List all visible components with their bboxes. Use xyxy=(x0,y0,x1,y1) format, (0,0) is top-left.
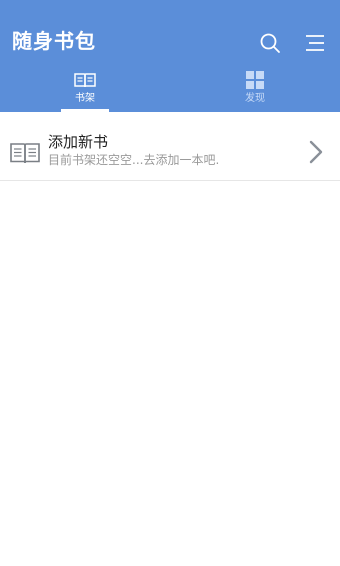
active-tab-indicator xyxy=(61,109,109,112)
app-title: 随身书包 xyxy=(12,29,96,53)
grid-icon xyxy=(243,70,267,90)
app-screen: 随身书包 书架 发现 添加新书 目前书架还空空...去添加一本吧. xyxy=(0,0,340,566)
tab-discover[interactable]: 发现 xyxy=(170,64,340,112)
add-book-title: 添加新书 xyxy=(48,133,109,151)
menu-button[interactable] xyxy=(302,30,328,56)
search-icon xyxy=(260,33,280,53)
top-bar: 随身书包 书架 发现 xyxy=(0,0,340,112)
book-open-icon xyxy=(73,70,97,90)
tab-bar: 书架 发现 xyxy=(0,64,340,112)
search-button[interactable] xyxy=(257,30,283,56)
tab-bookshelf[interactable]: 书架 xyxy=(0,64,170,112)
chevron-right-icon xyxy=(309,140,323,164)
tab-bookshelf-label: 书架 xyxy=(75,93,95,104)
add-book-item[interactable]: 添加新书 目前书架还空空...去添加一本吧. xyxy=(0,122,340,181)
menu-icon xyxy=(306,35,324,51)
add-book-subtitle: 目前书架还空空...去添加一本吧. xyxy=(48,153,220,167)
book-open-icon xyxy=(10,143,40,164)
tab-discover-label: 发现 xyxy=(245,93,265,104)
